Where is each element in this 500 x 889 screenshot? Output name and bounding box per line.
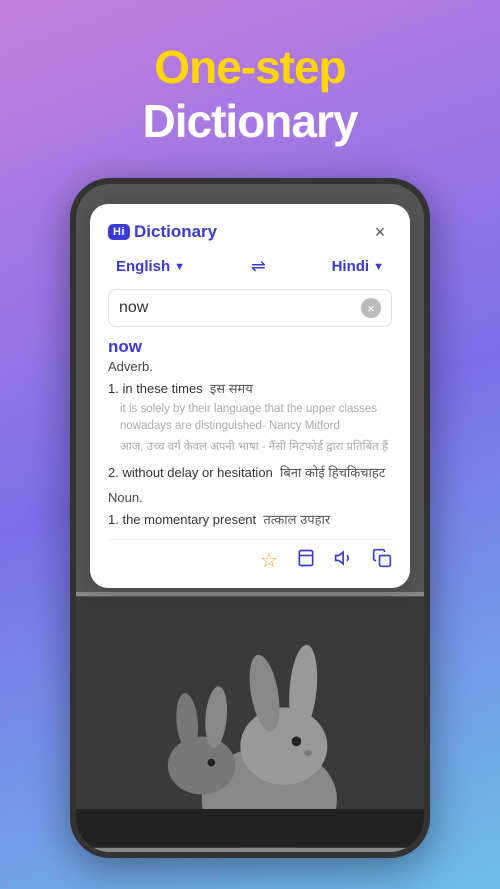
noun-def-1-line: 1. the momentary present तत्काल उपहार	[108, 511, 392, 529]
def-1-text: in these times	[122, 381, 202, 396]
hi-badge: Hi	[108, 224, 130, 240]
hero-line1: One-step	[143, 40, 358, 94]
noun-def-1-text: the momentary present	[122, 512, 256, 527]
def-2-text: without delay or hesitation	[122, 465, 272, 480]
speaker-icon[interactable]	[334, 548, 354, 574]
pos-adverb: Adverb.	[108, 359, 392, 374]
hero-section: One-step Dictionary	[143, 40, 358, 148]
definition-1: 1. in these times इस समय it is solely by…	[108, 380, 392, 456]
def-1-line: 1. in these times इस समय	[108, 380, 392, 398]
app-name: Dictionary	[134, 222, 217, 242]
close-button[interactable]: ×	[368, 220, 392, 244]
word-title: now	[108, 337, 392, 357]
source-language-button[interactable]: English ▼	[116, 258, 185, 275]
dictionary-card: Hi Dictionary × English ▼ ⇌ Hindi ▼	[90, 204, 410, 588]
bookmark-icon[interactable]	[296, 548, 316, 574]
phone-background	[76, 592, 424, 852]
noun-def-1-num: 1.	[108, 512, 119, 527]
hero-line2: Dictionary	[143, 94, 358, 148]
favorite-icon[interactable]: ☆	[260, 548, 278, 574]
noun-definition-1: 1. the momentary present तत्काल उपहार	[108, 511, 392, 529]
pos-noun: Noun.	[108, 490, 392, 505]
def-2-line: 2. without delay or hesitation बिना कोई …	[108, 464, 392, 482]
result-area: now Adverb. 1. in these times इस समय it …	[108, 337, 392, 574]
card-header: Hi Dictionary ×	[108, 220, 392, 244]
phone-screen: Hi Dictionary × English ▼ ⇌ Hindi ▼	[76, 184, 424, 852]
def-2-num: 2.	[108, 465, 119, 480]
target-lang-label: Hindi	[332, 258, 370, 275]
def-2-translation: बिना कोई हिचकिचाहट	[280, 465, 385, 480]
noun-def-1-translation: तत्काल उपहार	[263, 512, 330, 527]
clear-button[interactable]: ×	[361, 298, 381, 318]
phone-mockup: Hi Dictionary × English ▼ ⇌ Hindi ▼	[70, 178, 430, 858]
def-1-example-hi: आज, उच्च वर्ग केवल अपनी भाषा - नैंसी मिट…	[120, 439, 392, 456]
language-selector: English ▼ ⇌ Hindi ▼	[108, 256, 392, 277]
definition-2: 2. without delay or hesitation बिना कोई …	[108, 464, 392, 482]
target-language-button[interactable]: Hindi ▼	[332, 258, 384, 275]
def-1-num: 1.	[108, 381, 119, 396]
copy-icon[interactable]	[372, 548, 392, 574]
source-lang-arrow: ▼	[174, 261, 185, 273]
target-lang-arrow: ▼	[373, 261, 384, 273]
def-1-translation: इस समय	[210, 381, 253, 396]
swap-languages-icon[interactable]: ⇌	[251, 256, 266, 277]
source-lang-label: English	[116, 258, 170, 275]
app-logo: Hi Dictionary	[108, 222, 217, 242]
action-bar: ☆	[108, 539, 392, 574]
def-1-example-en: it is solely by their language that the …	[120, 401, 392, 436]
search-input[interactable]	[119, 299, 361, 317]
search-bar: ×	[108, 289, 392, 327]
